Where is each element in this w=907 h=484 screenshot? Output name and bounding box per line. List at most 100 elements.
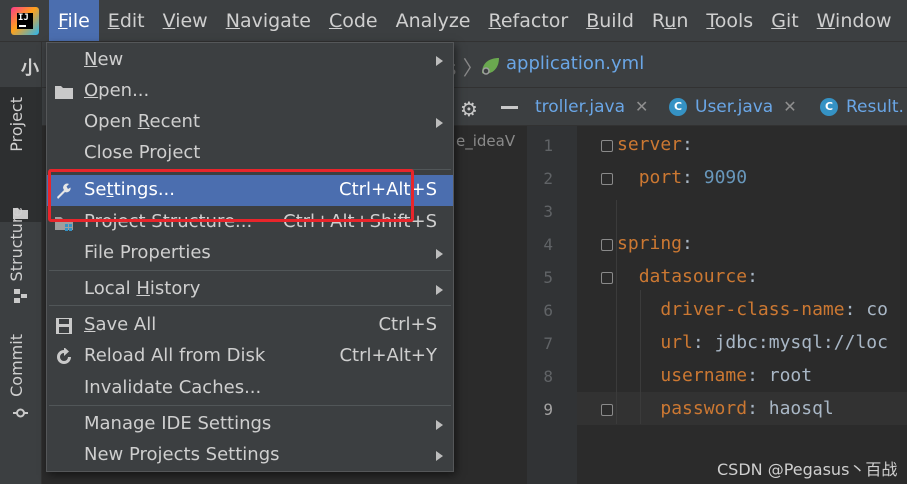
file-menu-item-open[interactable]: Open... — [47, 76, 453, 107]
editor-tab-result[interactable]: C Result. — [820, 88, 904, 126]
class-icon: C — [820, 98, 838, 116]
close-icon[interactable]: ✕ — [635, 97, 648, 116]
menu-item-label: Invalidate Caches... — [84, 377, 262, 398]
yaml-key: url — [660, 332, 693, 353]
menu-build[interactable]: Build — [577, 0, 643, 41]
fold-marker-icon[interactable] — [601, 404, 613, 416]
line-number: 3 — [543, 202, 553, 221]
yaml-key: driver-class-name — [660, 299, 845, 320]
file-menu-item-manage-ide-settings[interactable]: Manage IDE Settings — [47, 409, 453, 440]
gear-icon[interactable]: ⚙ — [460, 97, 478, 121]
menu-tools[interactable]: Tools — [697, 0, 762, 41]
fold-marker-icon[interactable] — [601, 272, 613, 284]
menu-analyze[interactable]: Analyze — [387, 0, 480, 41]
project-name-fragment[interactable]: 小 — [21, 54, 39, 80]
line-number: 4 — [543, 235, 553, 254]
menu-refactor[interactable]: Refactor — [479, 0, 577, 41]
code-line: datasource: — [617, 266, 758, 287]
yaml-separator: : — [747, 365, 769, 386]
yaml-key: server — [617, 134, 683, 155]
yaml-separator: : — [682, 167, 704, 188]
spring-yaml-icon — [482, 58, 499, 75]
tool-window-strip: Project Structure Commit — [0, 42, 42, 484]
file-menu-item-save-all[interactable]: Save All Ctrl+S — [47, 310, 453, 341]
submenu-arrow-icon — [436, 249, 443, 259]
menu-item-shortcut: Ctrl+Alt+Y — [339, 345, 437, 366]
menu-git[interactable]: Git — [762, 0, 807, 41]
yaml-separator: : — [682, 134, 693, 155]
yaml-key: port — [638, 167, 683, 188]
file-menu-item-close-project[interactable]: Close Project — [47, 138, 453, 169]
line-number: 7 — [543, 334, 553, 353]
code-line: server: — [617, 134, 693, 155]
code-line: password: haosql — [617, 398, 833, 419]
line-number: 1 — [543, 136, 553, 155]
menu-bar: IJ File Edit View Navigate Code Analyze Refact… — [0, 0, 907, 42]
commit-tab-label[interactable]: Commit — [7, 334, 26, 397]
structure-icon — [14, 289, 27, 303]
menu-help[interactable]: Help — [901, 0, 907, 41]
yaml-value: root — [768, 365, 813, 386]
save-icon — [54, 317, 74, 335]
menu-code[interactable]: Code — [320, 0, 387, 41]
menu-run[interactable]: Run — [643, 0, 697, 41]
file-menu-item-invalidate-caches[interactable]: Invalidate Caches... — [47, 373, 453, 404]
breadcrumb-current-file[interactable]: application.yml — [506, 53, 644, 74]
menu-item-label: Close Project — [84, 142, 201, 163]
menu-item-shortcut: Ctrl+S — [378, 314, 437, 335]
yaml-key: password — [660, 398, 748, 419]
yaml-value: co — [866, 299, 888, 320]
menu-file[interactable]: File — [49, 0, 99, 41]
commit-icon — [13, 408, 28, 418]
file-menu-item-reload-all-from-disk[interactable]: Reload All from Disk Ctrl+Alt+Y — [47, 341, 453, 372]
structure-tab-label[interactable]: Structure — [7, 207, 26, 281]
project-tree-fragment: e_ideaV — [456, 132, 516, 150]
folder-icon — [54, 83, 74, 101]
line-number: 6 — [543, 301, 553, 320]
editor-tab-controller[interactable]: troller.java ✕ — [535, 88, 648, 126]
project-tab-label: Project — [7, 97, 26, 152]
yaml-separator: : — [844, 299, 867, 320]
hide-panel-icon[interactable] — [501, 106, 518, 109]
file-menu-item-file-properties[interactable]: File Properties — [47, 238, 453, 269]
menu-edit[interactable]: Edit — [99, 0, 154, 41]
fold-marker-icon[interactable] — [601, 239, 613, 251]
menu-item-label: Open... — [84, 80, 150, 101]
close-icon[interactable]: ✕ — [783, 97, 796, 116]
submenu-arrow-icon — [436, 56, 443, 66]
menu-view[interactable]: View — [154, 0, 217, 41]
menu-item-label: New Projects Settings — [84, 444, 280, 465]
menu-window[interactable]: Window — [808, 0, 901, 41]
fold-marker-icon[interactable] — [601, 140, 613, 152]
yaml-separator: : — [747, 398, 769, 419]
line-number: 9 — [543, 400, 553, 419]
editor-tab-user[interactable]: C User.java ✕ — [669, 88, 797, 126]
file-menu-item-new[interactable]: New — [47, 45, 453, 76]
fold-marker-icon[interactable] — [601, 173, 613, 185]
yaml-separator: : — [682, 233, 693, 254]
submenu-arrow-icon — [436, 451, 443, 461]
code-line: port: 9090 — [617, 167, 747, 188]
file-menu-item-open-recent[interactable]: Open Recent — [47, 107, 453, 138]
menu-item-label: Reload All from Disk — [84, 345, 266, 366]
file-menu-item-local-history[interactable]: Local History — [47, 274, 453, 305]
project-tool-tab[interactable]: Project — [0, 87, 42, 222]
yaml-key: datasource — [638, 266, 748, 287]
yaml-value: jdbc:mysql://loc — [714, 332, 888, 353]
menu-navigate[interactable]: Navigate — [217, 0, 320, 41]
annotation-highlight-box — [48, 169, 414, 222]
yaml-key: spring — [617, 233, 683, 254]
file-menu-dropdown: New Open... Open Recent Close Project Settin… — [46, 42, 454, 472]
code-line: spring: — [617, 233, 693, 254]
menu-item-label: Save All — [84, 314, 157, 335]
menu-separator — [49, 270, 451, 271]
yaml-separator: : — [747, 266, 758, 287]
file-menu-item-new-projects-settings[interactable]: New Projects Settings — [47, 440, 453, 471]
reload-icon — [54, 347, 74, 366]
submenu-arrow-icon — [436, 118, 443, 128]
